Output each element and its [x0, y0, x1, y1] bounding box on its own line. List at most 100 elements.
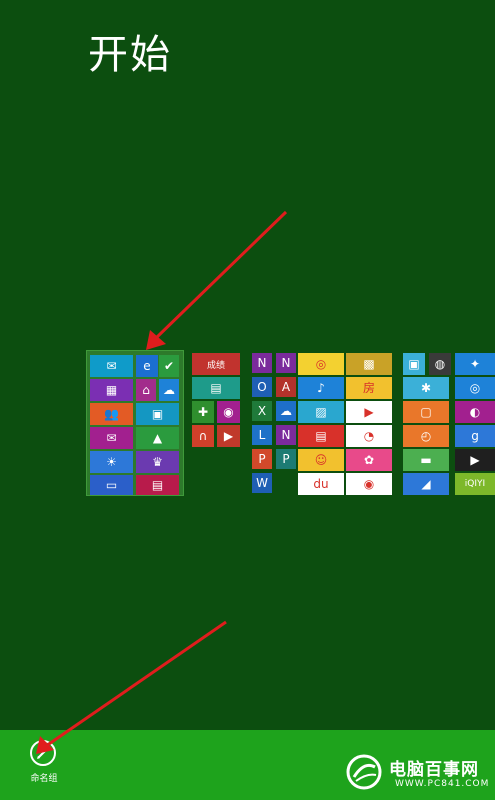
disc-icon: ◎: [469, 381, 481, 395]
app-tile-green[interactable]: ▬: [403, 449, 449, 471]
maps-tile[interactable]: ⌂: [136, 379, 156, 401]
rename-group-button[interactable]: 命名组: [28, 740, 60, 786]
app-tile-red[interactable]: 成绩: [192, 353, 240, 375]
onenote-icon: N: [257, 356, 267, 370]
excel-tile[interactable]: X: [252, 401, 272, 421]
store-tile[interactable]: ▤: [192, 377, 240, 399]
camera-icon: ◉: [223, 405, 234, 419]
app-tile-dark[interactable]: ◍: [429, 353, 451, 375]
internet-explorer-tile[interactable]: e: [136, 355, 158, 377]
onenote-tile-c[interactable]: N: [276, 425, 296, 445]
photo-app-tile[interactable]: ▨: [298, 401, 344, 423]
google-tile[interactable]: g: [455, 425, 495, 447]
app-tile-planet[interactable]: ◐: [455, 401, 495, 423]
outlook-tile[interactable]: O: [252, 377, 272, 397]
onenote-tile-a[interactable]: N: [252, 353, 272, 373]
baidu-icon: du: [313, 477, 329, 491]
photo-icon: ▨: [315, 405, 327, 419]
weibo-tile[interactable]: ◎: [298, 353, 344, 375]
app-tile-orange2[interactable]: ◴: [403, 425, 449, 447]
app-tile-cyan[interactable]: ◔: [346, 425, 392, 447]
watermark-logo-icon: [346, 754, 382, 790]
app-tile-desktop[interactable]: ▣: [403, 353, 425, 375]
finance-icon: ▲: [152, 431, 163, 445]
publisher-icon: P: [282, 452, 290, 466]
lync-tile[interactable]: L: [252, 425, 272, 445]
skydrive-pro-tile[interactable]: ☁: [276, 401, 296, 421]
ie-icon: e: [143, 359, 151, 373]
video-icon: ▶: [470, 453, 480, 467]
store-icon: ▤: [210, 381, 222, 395]
people-tile[interactable]: 👥: [90, 403, 133, 425]
news-tile[interactable]: ▤: [136, 475, 179, 495]
access-tile[interactable]: A: [276, 377, 296, 397]
desktop-tile[interactable]: ▭: [90, 475, 133, 495]
maps-icon: ⌂: [142, 383, 150, 397]
music-note-icon: ♪: [317, 381, 325, 395]
house-icon: 房: [362, 381, 375, 395]
mail-icon: ✉: [106, 359, 117, 373]
excel-icon: X: [257, 404, 267, 418]
settings-icon: ✱: [420, 381, 432, 395]
todo-tile[interactable]: ✔: [159, 355, 179, 377]
newspaper-icon: ▤: [315, 429, 327, 443]
music-tile[interactable]: ∩: [192, 425, 214, 447]
app-tile-send[interactable]: ◢: [403, 473, 449, 495]
location-app-tile[interactable]: ◉: [346, 473, 392, 495]
start-screen: 开始 ✉ e ✔ ▦ ⌂ ☁ 👥 ▣ ✉ ▲ ☀ ♛ ▭ ▤ 成绩 ▤ ✚ ◉ ∩ ▶ N N O A X ☁ L N P P W ◎ ▩ ♪ 房 ▨…: [0, 0, 495, 730]
xbox-games-tile[interactable]: ✚: [192, 401, 214, 423]
send-icon: ◢: [421, 477, 431, 491]
app-tile-orange[interactable]: ▢: [403, 401, 449, 423]
cloud-icon: ☁: [280, 404, 292, 418]
baidu-tile[interactable]: du: [298, 473, 344, 495]
flower-app-tile[interactable]: ✿: [346, 449, 392, 471]
app-tile-bird[interactable]: ✦: [455, 353, 495, 375]
skydrive-tile[interactable]: ☁: [159, 379, 179, 401]
mail-tile[interactable]: ✉: [90, 355, 133, 377]
iqiyi-tile[interactable]: iQIYI: [455, 473, 495, 495]
play-icon: ▶: [364, 405, 374, 419]
rename-group-label: 命名组: [30, 774, 58, 784]
camera-tile[interactable]: ◉: [217, 401, 240, 423]
app-icon: ◴: [420, 429, 432, 443]
pencil-icon: [30, 740, 56, 766]
lync-icon: L: [258, 428, 266, 442]
people-icon: 👥: [104, 407, 119, 421]
app-tile-video[interactable]: ▶: [455, 449, 495, 471]
onenote-icon: N: [281, 428, 291, 442]
photos-tile[interactable]: ▣: [136, 403, 179, 425]
planet-icon: ◐: [469, 405, 481, 419]
onenote-icon: N: [281, 356, 291, 370]
app-tile-settings[interactable]: ✱: [403, 377, 449, 399]
app-icon: ▬: [420, 453, 432, 467]
music-app-tile[interactable]: ♪: [298, 377, 344, 399]
word-tile[interactable]: W: [252, 473, 272, 493]
watermark: 电脑百事网 WWW.PC841.COM: [345, 753, 493, 797]
onenote-tile-b[interactable]: N: [276, 353, 296, 373]
google-icon: g: [471, 429, 479, 443]
fang-tile[interactable]: 房: [346, 377, 392, 399]
powerpoint-icon: P: [258, 452, 266, 466]
messaging-tile[interactable]: ✉: [90, 427, 133, 449]
smile-app-tile[interactable]: ☺: [298, 449, 344, 471]
finance-tile[interactable]: ▲: [136, 427, 179, 449]
sports-tile[interactable]: ♛: [136, 451, 179, 473]
news-icon: ▤: [151, 478, 164, 492]
video-tile[interactable]: ▶: [217, 425, 240, 447]
watermark-url: WWW.PC841.COM: [395, 779, 490, 789]
weibo-icon: ◎: [315, 357, 327, 371]
powerpoint-tile[interactable]: P: [252, 449, 272, 469]
photos-icon: ▣: [151, 407, 164, 421]
messaging-icon: ✉: [106, 431, 117, 445]
smiley-icon: ☺: [314, 453, 328, 467]
app-tile-music[interactable]: ◎: [455, 377, 495, 399]
calendar-tile[interactable]: ▦: [90, 379, 133, 401]
video-app-tile[interactable]: ▶: [346, 401, 392, 423]
news-app-tile[interactable]: ▤: [298, 425, 344, 447]
app-tile-gold[interactable]: ▩: [346, 353, 392, 375]
app-icon: ▩: [363, 357, 375, 371]
publisher-tile[interactable]: P: [276, 449, 296, 469]
weather-tile[interactable]: ☀: [90, 451, 133, 473]
flower-icon: ✿: [363, 453, 375, 467]
outlook-icon: O: [257, 380, 267, 394]
